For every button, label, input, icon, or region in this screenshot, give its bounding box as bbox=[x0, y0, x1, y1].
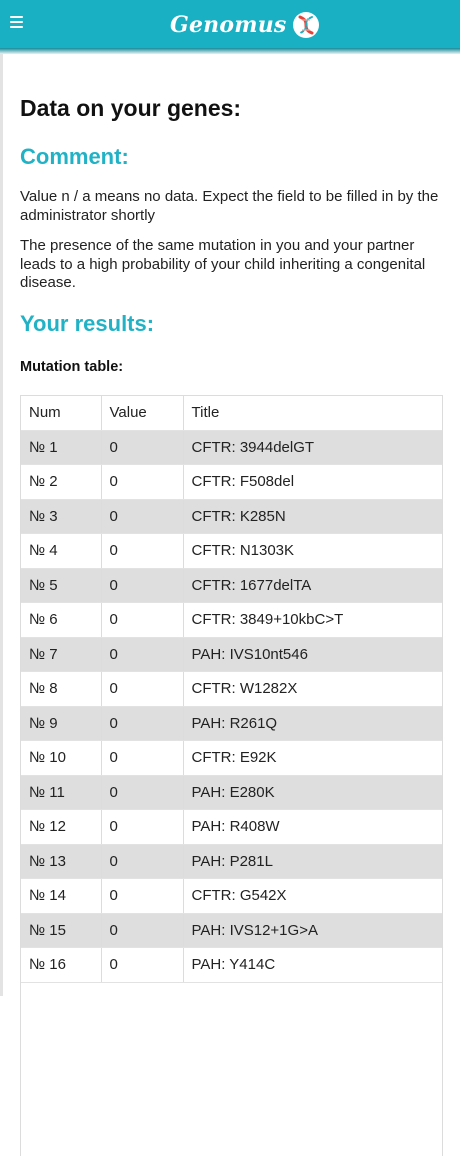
cell-value: 0 bbox=[101, 533, 184, 569]
cell-value: 0 bbox=[101, 602, 184, 638]
cell-title: CFTR: 3849+10kbC>T bbox=[183, 602, 442, 638]
cell-num: № 4 bbox=[21, 533, 102, 569]
cell-num: № 6 bbox=[21, 602, 102, 638]
cell-num: № 5 bbox=[21, 568, 102, 603]
cell-title: CFTR: 1677delTA bbox=[183, 568, 442, 603]
cell-value: 0 bbox=[101, 809, 184, 845]
table-row: № 13 0 PAH: P281L bbox=[21, 844, 442, 879]
cell-title: CFTR: K285N bbox=[183, 499, 442, 534]
cell-num: № 14 bbox=[21, 878, 102, 914]
cell-title: PAH: P281L bbox=[183, 844, 442, 879]
table-row: № 14 0 CFTR: G542X bbox=[21, 878, 442, 914]
column-header-title: Title bbox=[183, 395, 442, 431]
cell-title: PAH: E280K bbox=[183, 775, 442, 810]
drawer-edge bbox=[0, 54, 3, 996]
cell-num: № 13 bbox=[21, 844, 102, 879]
table-row: № 4 0 CFTR: N1303K bbox=[21, 533, 442, 569]
cell-title: PAH: R408W bbox=[183, 809, 442, 845]
table-row: № 16 0 PAH: Y414C bbox=[21, 947, 442, 983]
app-header: Genomus bbox=[0, 0, 460, 48]
table-row: № 5 0 CFTR: 1677delTA bbox=[21, 568, 442, 603]
results-heading: Your results: bbox=[20, 310, 155, 336]
cell-value: 0 bbox=[101, 775, 184, 810]
comment-text-2: The presence of the same mutation in you… bbox=[20, 237, 426, 291]
column-header-num: Num bbox=[21, 395, 102, 431]
cell-num: № 9 bbox=[21, 706, 102, 741]
cell-num: № 16 bbox=[21, 947, 102, 983]
app-logo[interactable]: Genomus bbox=[170, 8, 321, 42]
cell-value: 0 bbox=[101, 499, 184, 534]
comment-text-1: Value n / a means no data. Expect the fi… bbox=[20, 188, 439, 224]
dna-icon bbox=[292, 12, 319, 38]
table-row: № 10 0 CFTR: E92K bbox=[21, 740, 442, 776]
cell-title: CFTR: W1282X bbox=[183, 671, 442, 707]
table-row: № 8 0 CFTR: W1282X bbox=[21, 671, 442, 707]
cell-title: PAH: Y414C bbox=[183, 947, 442, 983]
table-header-row: Num Value Title bbox=[21, 395, 442, 431]
cell-num: № 12 bbox=[21, 809, 102, 845]
cell-value: 0 bbox=[101, 740, 184, 776]
cell-title: CFTR: N1303K bbox=[183, 533, 442, 569]
mutation-table: Num Value Title № 1 0 CFTR: 3944delGT № 20C… bbox=[21, 395, 442, 983]
comment-heading: Comment: bbox=[20, 144, 129, 169]
table-row: № 7 0 PAH: IVS10nt546 bbox=[21, 637, 442, 672]
cell-num: № 8 bbox=[21, 671, 102, 707]
cell-value: 0 bbox=[101, 706, 184, 741]
table-body: № 1 0 CFTR: 3944delGT № 2 0 CFTR: F508del № 30… bbox=[21, 430, 442, 983]
cell-title: PAH: R261Q bbox=[183, 706, 442, 741]
mutation-table-container[interactable]: Num Value Title № 1 0 CFTR: 3944delGT № 20C… bbox=[20, 394, 443, 1156]
cell-value: 0 bbox=[101, 430, 184, 465]
cell-num: № 11 bbox=[21, 775, 102, 810]
menu-icon[interactable] bbox=[6, 10, 28, 34]
table-title: Mutation table: bbox=[20, 358, 124, 375]
table-row: № 9 0 PAH: R261Q bbox=[21, 706, 442, 741]
cell-value: 0 bbox=[101, 913, 184, 948]
cell-title: PAH: IVS12+1G>A bbox=[183, 913, 442, 948]
cell-title: PAH: IVS10nt546 bbox=[183, 637, 442, 672]
cell-num: № 2 bbox=[21, 464, 102, 500]
cell-num: № 1 bbox=[21, 430, 102, 465]
page-title: Data on your genes: bbox=[20, 95, 242, 121]
cell-num: № 7 bbox=[21, 637, 102, 672]
cell-num: № 3 bbox=[21, 499, 102, 534]
table-row: № 1 0 CFTR: 3944delGT bbox=[21, 430, 442, 465]
cell-title: CFTR: 3944delGT bbox=[183, 430, 442, 465]
cell-value: 0 bbox=[101, 844, 184, 879]
cell-value: 0 bbox=[101, 671, 184, 707]
cell-value: 0 bbox=[101, 947, 184, 983]
app-title: Genomus bbox=[170, 12, 287, 38]
cell-value: 0 bbox=[101, 464, 184, 500]
cell-num: № 10 bbox=[21, 740, 102, 776]
table-row: № 3 0 CFTR: K285N bbox=[21, 499, 442, 534]
cell-value: 0 bbox=[101, 878, 184, 914]
table-row: № 2 0 CFTR: F508del bbox=[21, 464, 442, 500]
cell-value: 0 bbox=[101, 637, 184, 672]
cell-value: 0 bbox=[101, 568, 184, 603]
main-content: Data on your genes: Comment: Value n / a… bbox=[20, 54, 443, 1156]
table-row: № 11 0 PAH: E280K bbox=[21, 775, 442, 810]
table-row: № 12 0 PAH: R408W bbox=[21, 809, 442, 845]
table-row: № 15 0 PAH: IVS12+1G>A bbox=[21, 913, 442, 948]
cell-num: № 15 bbox=[21, 913, 102, 948]
cell-title: CFTR: G542X bbox=[183, 878, 442, 914]
column-header-value: Value bbox=[101, 395, 184, 431]
table-row: № 6 0 CFTR: 3849+10kbC>T bbox=[21, 602, 442, 638]
cell-title: CFTR: E92K bbox=[183, 740, 442, 776]
cell-title: CFTR: F508del bbox=[183, 464, 442, 500]
